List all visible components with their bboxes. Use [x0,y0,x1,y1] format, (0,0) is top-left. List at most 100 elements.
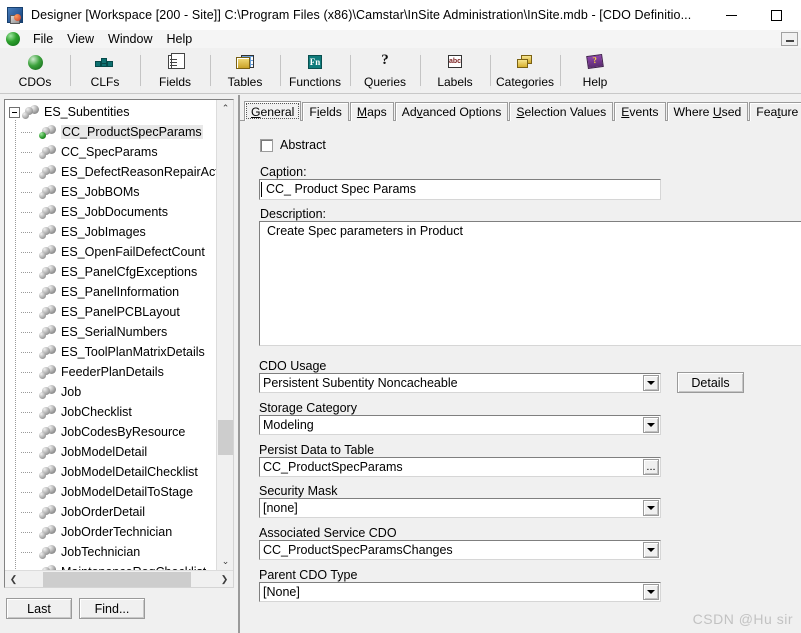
scroll-left-icon[interactable]: ❮ [5,571,22,588]
abstract-checkbox-row[interactable]: Abstract [260,138,326,152]
tab-selection-values[interactable]: Selection Values [509,102,614,121]
toolbar-button-cdos[interactable]: CDOs [0,50,70,91]
tab-label: Selection Values [516,105,607,119]
find-button[interactable]: Find... [79,598,145,619]
tree-node-es_defectreasonrepairactio[interactable]: ES_DefectReasonRepairActio [5,162,216,182]
toolbar-button-help[interactable]: Help [560,50,630,91]
tree-node-cc_productspecparams[interactable]: CC_ProductSpecParams [5,122,216,142]
toolbar-button-functions[interactable]: Fn Functions [280,50,350,91]
scroll-right-icon[interactable]: ❯ [216,571,233,588]
persist-table-input[interactable]: CC_ProductSpecParams ... [259,457,661,477]
tree-node-es_jobboms[interactable]: ES_JobBOMs [5,182,216,202]
tree-node-es_openfaildefectcount[interactable]: ES_OpenFailDefectCount [5,242,216,262]
security-mask-select[interactable]: [none] [259,498,661,518]
tree-horizontal-scrollbar[interactable]: ❮ ❯ [5,570,233,587]
tree-node-cc_specparams[interactable]: CC_SpecParams [5,142,216,162]
horizontal-scroll-thumb[interactable] [43,572,191,587]
toolbar-button-tables[interactable]: Tables [210,50,280,91]
tree-node-jobmodeldetailtostage[interactable]: JobModelDetailToStage [5,482,216,502]
tree-node-jobmodeldetailchecklist[interactable]: JobModelDetailChecklist [5,462,216,482]
abstract-label: Abstract [280,138,326,152]
toolbar-button-queries[interactable]: ? Queries [350,50,420,91]
tree-node-jobcodesbyresource[interactable]: JobCodesByResource [5,422,216,442]
tab-events[interactable]: Events [614,102,666,121]
menu-item-help[interactable]: Help [160,31,200,47]
chevron-down-icon[interactable] [643,584,659,600]
maximize-button[interactable] [754,0,799,30]
tree-node-jobtechnician[interactable]: JobTechnician [5,542,216,562]
description-textarea[interactable]: Create Spec parameters in Product [259,221,801,346]
tree-node-es_serialnumbers[interactable]: ES_SerialNumbers [5,322,216,342]
parent-cdo-label: Parent CDO Type [259,568,358,582]
tab-advanced-options[interactable]: Advanced Options [394,102,509,121]
tree-node-jobchecklist[interactable]: JobChecklist [5,402,216,422]
scroll-down-icon[interactable]: ⌄ [217,553,234,570]
cdo-tree-pane: ES_Subentities CC_ProductSpecParams CC_Sp… [0,95,238,633]
menu-item-file[interactable]: File [26,31,60,47]
menu-item-window[interactable]: Window [101,31,159,47]
tree-node-es_panelpcblayout[interactable]: ES_PanelPCBLayout [5,302,216,322]
chevron-down-icon[interactable] [643,542,659,558]
tree-node-es_jobimages[interactable]: ES_JobImages [5,222,216,242]
menu-item-view[interactable]: View [60,31,101,47]
abstract-checkbox[interactable] [260,138,273,152]
chevron-down-icon[interactable] [643,500,659,516]
last-button[interactable]: Last [6,598,72,619]
tree-node-es_toolplanmatrixdetails[interactable]: ES_ToolPlanMatrixDetails [5,342,216,362]
chevron-down-icon[interactable] [643,417,659,433]
tree-node-label: ES_Subentities [44,105,130,119]
parent-cdo-select[interactable]: [None] [259,582,661,602]
tree-node-joborderdetail[interactable]: JobOrderDetail [5,502,216,522]
tree-node-jobordertechnician[interactable]: JobOrderTechnician [5,522,216,542]
cdo-spheres-icon [39,445,56,459]
tab-feature-entitlement[interactable]: Feature Entitlement [749,102,801,121]
tab-where-used[interactable]: Where Used [666,102,749,121]
collapse-icon[interactable] [9,106,20,118]
tree-node-maintenancereqchecklist[interactable]: MaintenanceReqChecklist [5,562,216,570]
cdo-spheres-icon [39,405,56,419]
toolbar-button-fields[interactable]: Fields [140,50,210,91]
tab-label: Events [621,105,659,119]
caption-input[interactable]: CC_ Product Spec Params [259,179,661,200]
tree-node-list: ES_Subentities CC_ProductSpecParams CC_Sp… [5,102,216,570]
toolbar-label-help: Help [582,74,608,89]
scroll-up-icon[interactable]: ⌃ [217,100,234,117]
tab-general[interactable]: General [244,101,302,121]
cdo-definition-pane: General Fields Maps Advanced Options Selecti… [240,95,801,633]
tab-label: Feature Entitlement [756,105,801,119]
tree-vertical-scrollbar[interactable]: ⌃ ⌄ [216,100,233,570]
tree-node-es_panelinformation[interactable]: ES_PanelInformation [5,282,216,302]
tree-node-job[interactable]: Job [5,382,216,402]
chevron-down-icon[interactable] [643,375,659,391]
storage-category-select[interactable]: Modeling [259,415,661,435]
cdo-spheres-icon [39,425,56,439]
assoc-service-select[interactable]: CC_ProductSpecParamsChanges [259,540,661,560]
tree-node-feederplandetails[interactable]: FeederPlanDetails [5,362,216,382]
toolbar-button-labels[interactable]: abc Labels [420,50,490,91]
tree-node-label: Job [61,385,82,399]
watermark: CSDN @Hu sir [692,611,793,627]
parent-cdo-value: [None] [263,585,300,599]
toolbar-label-fields: Fields [158,74,191,89]
toolbar-button-clfs[interactable]: CLFs [70,50,140,91]
cdo-usage-select[interactable]: Persistent Subentity Noncacheable [259,373,661,393]
toolbar-label-categories: Categories [495,74,555,89]
tree-node-jobmodeldetail[interactable]: JobModelDetail [5,442,216,462]
vertical-scroll-thumb[interactable] [218,420,233,455]
tree-node-es_panelcfgexceptions[interactable]: ES_PanelCfgExceptions [5,262,216,282]
tab-fields[interactable]: Fields [302,102,349,121]
cdo-tree[interactable]: ES_Subentities CC_ProductSpecParams CC_Sp… [4,99,234,588]
mdi-minimize-button[interactable] [781,32,798,46]
tree-node-label: ES_OpenFailDefectCount [61,245,205,259]
tab-maps[interactable]: Maps [349,102,394,121]
green-orb-icon [6,32,20,46]
toolbar-label-tables: Tables [227,74,263,89]
tree-node-es_jobdocuments[interactable]: ES_JobDocuments [5,202,216,222]
tree-node-root[interactable]: ES_Subentities [5,102,216,122]
details-button[interactable]: Details [677,372,744,393]
minimize-button[interactable] [709,0,754,30]
toolbar-button-categories[interactable]: Categories [490,50,560,91]
cdo-spheres-icon [39,365,56,379]
tab-label: Where Used [673,105,742,119]
browse-ellipsis-icon[interactable]: ... [643,459,659,475]
